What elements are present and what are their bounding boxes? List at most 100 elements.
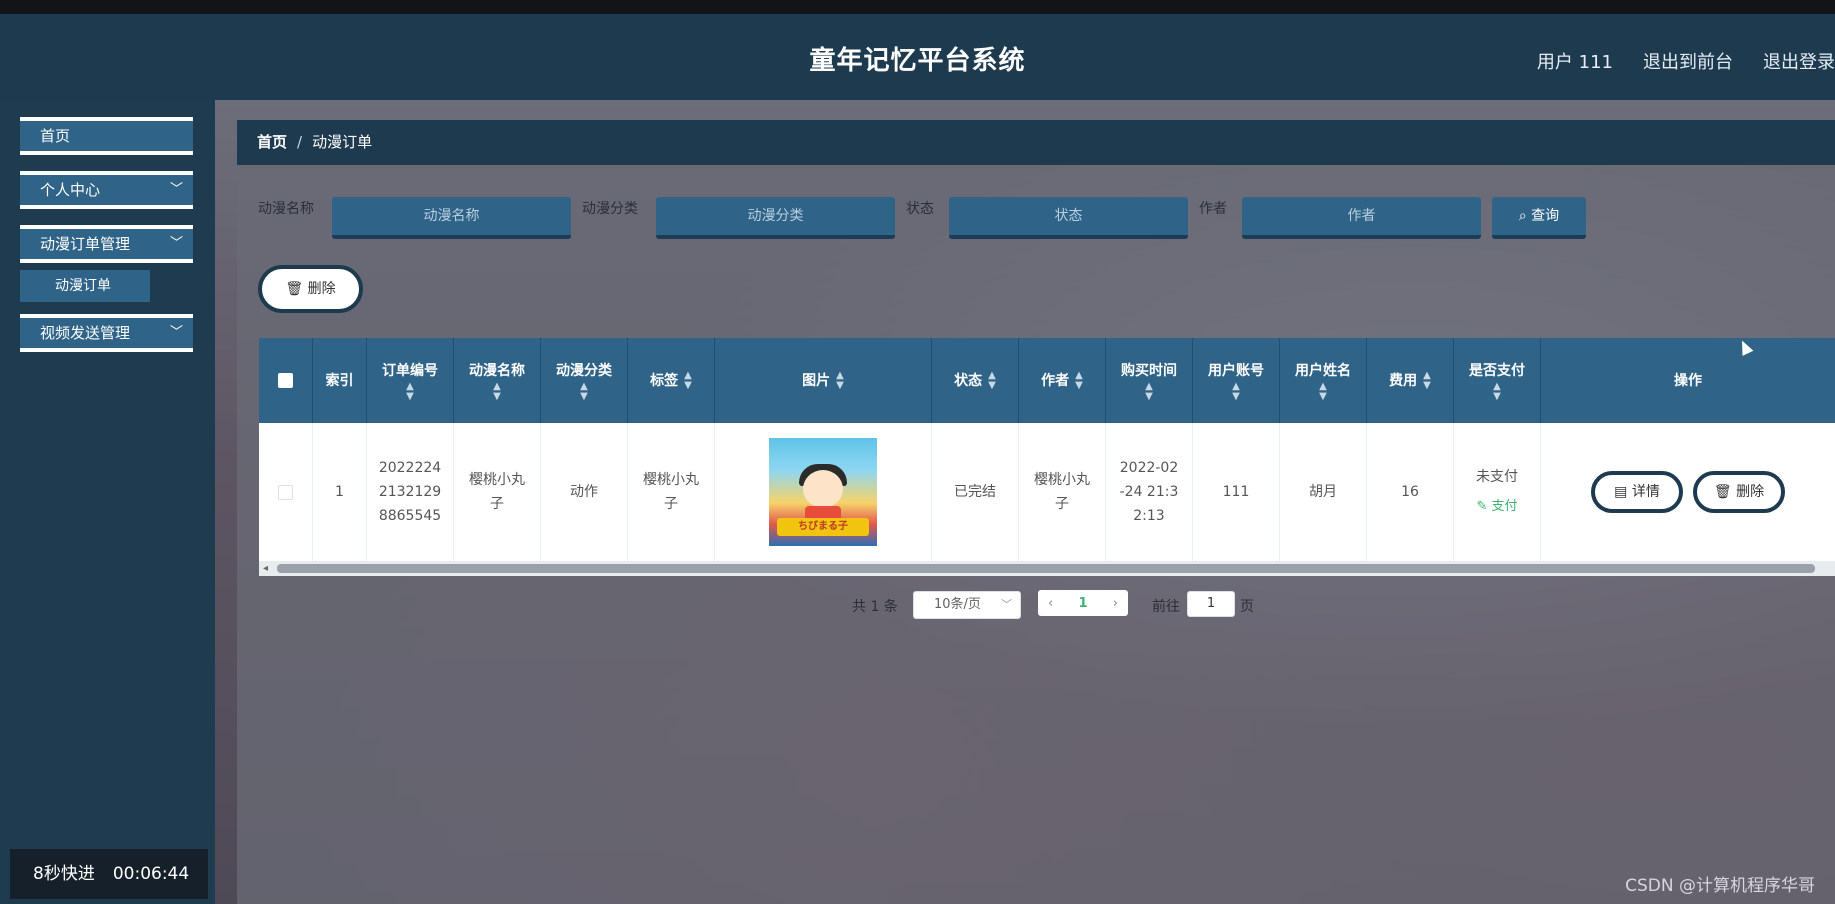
col-anime-category[interactable]: 动漫分类 ▲ ▼ [541, 338, 628, 423]
sort-icon: ▲ ▼ [406, 380, 414, 402]
sort-icon: ▲ ▼ [988, 369, 996, 391]
sort-icon: ▲ ▼ [1232, 380, 1240, 402]
sidebar-item-home[interactable]: 首页 [20, 117, 193, 155]
cell-status: 已完结 [932, 423, 1019, 561]
sidebar-item-label: 动漫订单 [55, 278, 111, 294]
breadcrumb: 首页 / 动漫订单 [237, 120, 1835, 165]
table-horizontal-scrollbar[interactable]: ◂ [259, 561, 1835, 576]
sort-icon: ▲ ▼ [1075, 369, 1083, 391]
cell-fee: 16 [1367, 423, 1454, 561]
col-user-account[interactable]: 用户账号 ▲ ▼ [1193, 338, 1280, 423]
delete-label: 删除 [307, 281, 336, 297]
breadcrumb-current: 动漫订单 [312, 133, 373, 151]
user-name[interactable]: 用户 111 [1537, 48, 1613, 74]
anime-poster-image[interactable]: ちびまる子 [769, 438, 877, 546]
sidebar-item-personal-center[interactable]: 个人中心 ﹀ [20, 171, 193, 209]
exit-to-front-link[interactable]: 退出到前台 [1643, 48, 1733, 74]
logout-link[interactable]: 退出登录 [1763, 48, 1835, 74]
sidebar-item-video-management[interactable]: 视频发送管理 ﹀ [20, 314, 193, 352]
paid-status: 未支付 [1476, 469, 1518, 485]
playback-overlay: 8秒快进 00:06:44 [10, 849, 208, 899]
col-purchase-time[interactable]: 购买时间 ▲ ▼ [1106, 338, 1193, 423]
status-input[interactable]: 状态 [949, 197, 1188, 239]
chevron-down-icon: ﹀ [169, 236, 183, 251]
col-user-name[interactable]: 用户姓名 ▲ ▼ [1280, 338, 1367, 423]
sidebar-item-order-management[interactable]: 动漫订单管理 ﹀ [20, 225, 193, 263]
chevron-down-icon: ﹀ [1001, 598, 1012, 611]
page-size-select[interactable]: 10条/页 ﹀ [913, 591, 1021, 619]
col-image[interactable]: 图片 ▲ ▼ [715, 338, 932, 423]
select-all-cell [259, 338, 313, 423]
query-button[interactable]: ⌕ 查询 [1492, 197, 1586, 239]
current-page[interactable]: 1 [1078, 596, 1087, 611]
breadcrumb-separator: / [297, 133, 303, 151]
cell-paid: 未支付 ✎ 支付 [1454, 423, 1541, 561]
cell-anime-category: 动作 [541, 423, 628, 561]
cell-tag: 樱桃小丸子 [628, 423, 715, 561]
page-unit-label: 页 [1240, 599, 1254, 615]
sidebar-item-label: 个人中心 [40, 181, 101, 199]
status-label: 状态 [906, 201, 934, 217]
sidebar-subitem-anime-orders[interactable]: 动漫订单 [20, 270, 150, 302]
col-actions: 操作 [1674, 372, 1702, 389]
row-checkbox[interactable] [278, 484, 293, 500]
query-label: 查询 [1531, 208, 1560, 224]
col-index: 索引 [313, 338, 367, 423]
search-icon: ⌕ [1518, 208, 1527, 224]
trash-icon: 🗑 [1713, 484, 1732, 500]
col-tag[interactable]: 标签 ▲ ▼ [628, 338, 715, 423]
name-input[interactable]: 动漫名称 [332, 197, 571, 239]
sort-icon: ▲ ▼ [836, 369, 844, 391]
cell-author: 樱桃小丸子 [1019, 423, 1106, 561]
col-author[interactable]: 作者 ▲ ▼ [1019, 338, 1106, 423]
time-label: 00:06:44 [112, 864, 190, 884]
col-status[interactable]: 状态 ▲ ▼ [932, 338, 1019, 423]
pagination-total: 共 1 条 [852, 599, 898, 615]
breadcrumb-home[interactable]: 首页 [257, 133, 287, 151]
pay-link[interactable]: ✎ 支付 [1476, 495, 1517, 519]
cell-purchase-time: 2022-02 -24 21:3 2:13 [1106, 423, 1193, 561]
sort-icon: ▲ ▼ [493, 380, 501, 402]
scroll-left-icon[interactable]: ◂ [263, 561, 268, 576]
sidebar-item-label: 首页 [40, 127, 71, 145]
category-label: 动漫分类 [582, 201, 638, 217]
author-input[interactable]: 作者 [1242, 197, 1481, 239]
trash-icon: 🗑 [285, 281, 304, 297]
table-row: 1 2022224 2132129 8865545 樱桃小丸子 动作 樱桃小丸子 ち… [259, 423, 1835, 561]
sort-icon: ▲ ▼ [684, 369, 692, 391]
goto-page-input[interactable]: 1 [1187, 591, 1235, 617]
edit-icon: ✎ [1476, 499, 1488, 514]
sort-icon: ▲ ▼ [1319, 380, 1327, 402]
page-navigator: ‹ 1 › [1038, 590, 1128, 616]
chevron-down-icon: ﹀ [169, 182, 183, 197]
author-label: 作者 [1199, 201, 1227, 217]
sidebar: 首页 个人中心 ﹀ 动漫订单管理 ﹀ 动漫订单 视频发送管理 ﹀ [0, 100, 215, 904]
batch-delete-button[interactable]: 🗑 删除 [258, 265, 363, 313]
prev-page-icon[interactable]: ‹ [1048, 596, 1053, 611]
category-input[interactable]: 动漫分类 [656, 197, 895, 239]
detail-button[interactable]: ▤ 详情 [1591, 471, 1683, 513]
scrollbar-thumb[interactable] [277, 564, 1815, 573]
header-nav: 用户 111 退出到前台 退出登录 [1537, 48, 1835, 74]
cell-image: ちびまる子 [715, 423, 932, 561]
col-paid[interactable]: 是否支付 ▲ ▼ [1454, 338, 1541, 423]
next-page-icon[interactable]: › [1113, 596, 1118, 611]
col-anime-name[interactable]: 动漫名称 ▲ ▼ [454, 338, 541, 423]
goto-label: 前往 [1152, 599, 1180, 615]
col-fee[interactable]: 费用 ▲ ▼ [1367, 338, 1454, 423]
chevron-down-icon: ﹀ [169, 325, 183, 340]
name-label: 动漫名称 [258, 201, 314, 217]
cell-user-account: 111 [1193, 423, 1280, 561]
sidebar-item-label: 动漫订单管理 [40, 235, 131, 253]
cell-order-no: 2022224 2132129 8865545 [367, 423, 454, 561]
select-all-checkbox[interactable] [278, 373, 293, 388]
row-delete-button[interactable]: 🗑 删除 [1693, 471, 1785, 513]
col-order-no[interactable]: 订单编号 ▲ ▼ [367, 338, 454, 423]
cell-actions: ▤ 详情 🗑 删除 [1541, 423, 1835, 561]
speed-label: 8秒快进 [33, 864, 95, 884]
cell-user-name: 胡月 [1280, 423, 1367, 561]
cell-index: 1 [313, 423, 367, 561]
sidebar-item-label: 视频发送管理 [40, 324, 131, 342]
sort-icon: ▲ ▼ [580, 380, 588, 402]
sort-icon: ▲ ▼ [1493, 380, 1501, 402]
